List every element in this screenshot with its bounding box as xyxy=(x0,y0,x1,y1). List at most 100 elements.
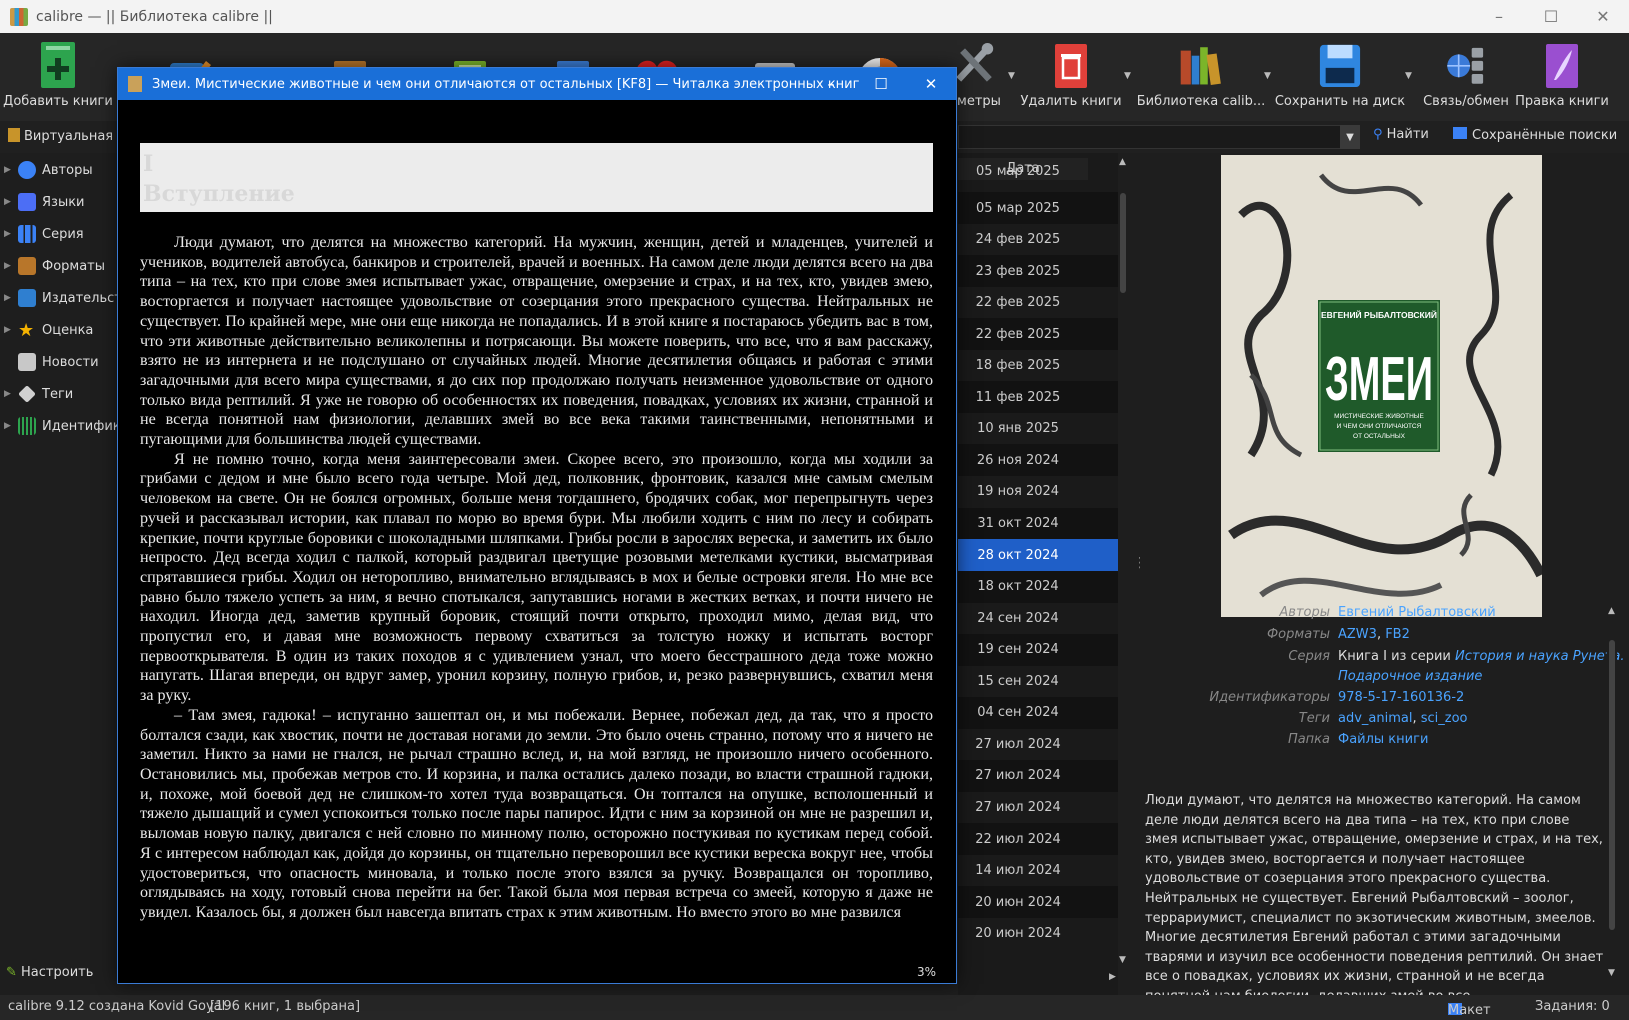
save-to-disk-button[interactable]: Сохранить на диск xyxy=(1275,33,1405,121)
find-button[interactable]: ⚲ Найти xyxy=(1373,127,1429,142)
configure-icon: ✎ xyxy=(6,965,22,980)
tag-category-series[interactable]: ▶ Серия xyxy=(4,222,84,246)
maximize-button[interactable]: ☐ xyxy=(1525,0,1577,33)
scrollbar-thumb[interactable] xyxy=(1609,640,1615,930)
saved-searches-button[interactable]: Сохранённые поиски xyxy=(1453,127,1617,143)
series-link-cont[interactable]: Подарочное издание xyxy=(1338,669,1482,684)
scroll-up-arrow[interactable]: ▲ xyxy=(1119,157,1126,167)
viewer-close-button[interactable]: ✕ xyxy=(906,68,956,100)
expand-arrow-icon[interactable]: ▶ xyxy=(4,197,18,207)
viewer-minimize-button[interactable]: – xyxy=(806,68,856,100)
tag-category-publisher[interactable]: ▶Издательств xyxy=(4,286,118,310)
minimize-button[interactable]: – xyxy=(1473,0,1525,33)
book-row[interactable]: 31 окт 2024 xyxy=(958,507,1118,540)
library-button[interactable]: Библиотека calib... xyxy=(1137,33,1265,121)
book-row[interactable]: 27 июл 2024 xyxy=(958,791,1118,823)
book-row[interactable]: 19 ноя 2024 xyxy=(958,476,1118,508)
book-text-area[interactable]: Люди думают, что делятся на множество ка… xyxy=(140,233,933,953)
book-row[interactable]: 26 ноя 2024 xyxy=(958,444,1118,477)
book-row[interactable]: 24 сен 2024 xyxy=(958,602,1118,634)
book-row[interactable]: 14 июл 2024 xyxy=(958,855,1118,887)
book-row[interactable]: 18 фев 2025 xyxy=(958,350,1118,382)
book-row[interactable]: 05 мар 2025 xyxy=(958,192,1118,224)
expand-arrow-icon[interactable]: ▶ xyxy=(4,165,18,175)
tag-category-rating[interactable]: ▶ ★ Оценка xyxy=(4,318,93,342)
tag-category-authors[interactable]: ▶ Авторы xyxy=(4,158,93,182)
tag-link-1[interactable]: adv_animal xyxy=(1338,711,1412,726)
status-bar: calibre 9.12 создана Kovid Goyal [196 кн… xyxy=(0,995,1629,1020)
main-window-titlebar[interactable]: calibre — || Библиотека calibre || – ☐ ✕ xyxy=(0,0,1629,33)
details-scroll-down-arrow[interactable]: ▼ xyxy=(1608,968,1615,978)
tags-label: Теги xyxy=(1298,711,1330,726)
languages-icon xyxy=(18,193,36,211)
book-row[interactable]: 05 мар 2025 xyxy=(958,160,1118,182)
library-dropdown-arrow[interactable]: ▼ xyxy=(1264,71,1271,81)
book-list-scrollbar[interactable] xyxy=(1118,153,1128,973)
chapter-title: Вступление xyxy=(143,181,295,207)
scroll-right-arrow[interactable]: ▶ xyxy=(1109,972,1116,982)
chapter-heading: I Вступление xyxy=(140,143,933,212)
connect-share-button[interactable]: Связь/обмен xyxy=(1421,33,1511,121)
book-row[interactable]: 24 фев 2025 xyxy=(958,224,1118,256)
book-row[interactable]: 27 июл 2024 xyxy=(958,759,1118,792)
expand-arrow-icon[interactable]: ▶ xyxy=(4,421,18,431)
book-row[interactable]: 20 июн 2024 xyxy=(958,886,1118,919)
add-books-button[interactable]: Добавить книги xyxy=(3,33,113,121)
book-row-selected[interactable]: 28 окт 2024 xyxy=(958,539,1118,572)
tag-category-identifiers[interactable]: ▶Идентифика xyxy=(4,414,118,438)
book-row[interactable]: 11 фев 2025 xyxy=(958,381,1118,414)
isbn-link[interactable]: 978-5-17-160136-2 xyxy=(1338,690,1464,705)
remove-dropdown-arrow[interactable]: ▼ xyxy=(1124,71,1131,81)
book-row[interactable]: 23 фев 2025 xyxy=(958,255,1118,288)
scroll-down-arrow[interactable]: ▼ xyxy=(1119,955,1126,965)
save-dropdown-arrow[interactable]: ▼ xyxy=(1405,71,1412,81)
configure-tag-browser-button[interactable]: ✎ Настроить xyxy=(6,965,93,980)
author-link[interactable]: Евгений Рыбалтовский xyxy=(1338,605,1496,620)
book-list-date-column[interactable]: Дата 05 мар 2025 05 мар 2025 24 фев 2025 23… xyxy=(958,153,1118,995)
preferences-dropdown-arrow[interactable]: ▼ xyxy=(1008,71,1015,81)
search-input[interactable] xyxy=(958,125,1360,149)
tag-category-news[interactable]: Новости xyxy=(4,350,99,374)
viewer-title: Змеи. Мистические животные и чем они отл… xyxy=(152,76,860,92)
book-row[interactable]: 22 фев 2025 xyxy=(958,287,1118,319)
tag-category-languages[interactable]: ▶ Языки xyxy=(4,190,85,214)
expand-arrow-icon[interactable]: ▶ xyxy=(4,229,18,239)
jobs-indicator[interactable]: Задания: 0 xyxy=(1535,999,1610,1014)
ebook-viewer-window: Змеи. Мистические животные и чем они отл… xyxy=(117,67,957,984)
book-cover[interactable]: ЕВГЕНИЙ РЫБАЛТОВСКИЙ ЗМЕИ МИСТИЧЕСКИЕ ЖИ… xyxy=(1221,155,1542,617)
tag-category-formats[interactable]: ▶ Форматы xyxy=(4,254,105,278)
book-row[interactable]: 19 сен 2024 xyxy=(958,633,1118,666)
virtual-library-button[interactable]: Виртуальная би xyxy=(8,128,134,144)
tag-link-2[interactable]: sci_zoo xyxy=(1421,711,1468,726)
cover-subtitle-3: ОТ ОСТАЛЬНЫХ xyxy=(1353,433,1406,440)
tag-category-tags[interactable]: ▶ Теги xyxy=(4,382,73,406)
viewer-maximize-button[interactable]: ☐ xyxy=(856,68,906,100)
details-scrollbar[interactable] xyxy=(1607,620,1617,980)
expand-arrow-icon[interactable]: ▶ xyxy=(4,325,18,335)
book-row[interactable]: 15 сен 2024 xyxy=(958,665,1118,697)
close-button[interactable]: ✕ xyxy=(1577,0,1629,33)
format-azw3-link[interactable]: AZW3 xyxy=(1338,627,1377,642)
status-version: calibre 9.12 создана Kovid Goyal xyxy=(8,999,226,1014)
expand-arrow-icon[interactable]: ▶ xyxy=(4,389,18,399)
book-row[interactable]: 22 июл 2024 xyxy=(958,823,1118,855)
book-row[interactable]: 10 янв 2025 xyxy=(958,413,1118,445)
saved-search-icon xyxy=(1453,127,1467,139)
book-row[interactable]: 20 июн 2024 xyxy=(958,918,1118,950)
book-row[interactable]: 04 сен 2024 xyxy=(958,696,1118,729)
details-scroll-up-arrow[interactable]: ▲ xyxy=(1608,606,1615,616)
book-row[interactable]: 27 июл 2024 xyxy=(958,728,1118,760)
series-link[interactable]: История и наука Рунета. xyxy=(1455,649,1624,664)
viewer-titlebar[interactable]: Змеи. Мистические животные и чем они отл… xyxy=(118,68,956,100)
folder-link[interactable]: Файлы книги xyxy=(1338,732,1428,747)
expand-arrow-icon[interactable]: ▶ xyxy=(4,293,18,303)
book-row[interactable]: 22 фев 2025 xyxy=(958,318,1118,351)
search-history-dropdown[interactable]: ▼ xyxy=(1340,125,1360,149)
format-fb2-link[interactable]: FB2 xyxy=(1385,627,1410,642)
remove-books-button[interactable]: Удалить книги xyxy=(1020,33,1122,121)
library-icon xyxy=(1179,40,1223,90)
scrollbar-thumb[interactable] xyxy=(1120,193,1126,293)
book-row[interactable]: 18 окт 2024 xyxy=(958,570,1118,603)
edit-book-button[interactable]: Правка книги xyxy=(1515,33,1609,121)
expand-arrow-icon[interactable]: ▶ xyxy=(4,261,18,271)
